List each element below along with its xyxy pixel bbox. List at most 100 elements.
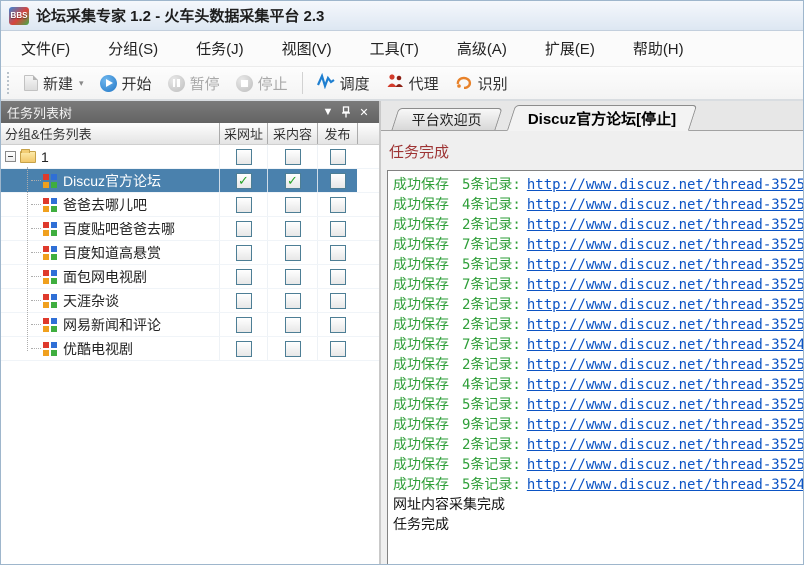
task-row[interactable]: 爸爸去哪儿吧	[1, 193, 379, 217]
log-entry: 成功保存 4条记录: http://www.discuz.net/thread-35…	[393, 195, 803, 215]
log-save-status: 成功保存	[393, 437, 449, 453]
log-record-count: 5条记录:	[462, 457, 521, 473]
menu-view[interactable]: 视图(V)	[268, 31, 346, 66]
check-collect-content[interactable]	[284, 292, 301, 309]
log-url-link[interactable]: http://www.discuz.net/thread-3524763	[527, 477, 803, 493]
menu-tools[interactable]: 工具(T)	[356, 31, 433, 66]
menu-help[interactable]: 帮助(H)	[619, 31, 698, 66]
log-url-link[interactable]: http://www.discuz.net/thread-3525795	[527, 397, 803, 413]
tree-stub	[31, 180, 41, 181]
log-url-link[interactable]: http://www.discuz.net/thread-3524907	[527, 337, 803, 353]
check-collect-content[interactable]	[284, 340, 301, 357]
log-url-link[interactable]: http://www.discuz.net/thread-3525844	[527, 377, 803, 393]
new-button[interactable]: 新建 ▾	[16, 69, 92, 98]
stop-button[interactable]: 停止	[228, 69, 296, 98]
recognize-button-label: 识别	[477, 75, 508, 93]
log-url-link[interactable]: http://www.discuz.net/thread-3525850	[527, 357, 803, 373]
log-save-status: 成功保存	[393, 417, 449, 433]
log-record-count: 7条记录:	[462, 277, 521, 293]
task-row[interactable]: 百度知道高悬赏	[1, 241, 379, 265]
schedule-button[interactable]: 调度	[309, 69, 378, 98]
task-row[interactable]: 面包网电视剧	[1, 265, 379, 289]
log-entry: 成功保存 5条记录: http://www.discuz.net/thread-35…	[393, 255, 803, 275]
check-publish[interactable]	[329, 196, 346, 213]
check-collect-url[interactable]	[235, 244, 252, 261]
log-save-status: 成功保存	[393, 197, 449, 213]
tab-discuz-task[interactable]: Discuz官方论坛[停止]	[506, 105, 698, 131]
check-collect-url[interactable]	[235, 172, 252, 189]
check-publish[interactable]	[329, 244, 346, 261]
check-publish[interactable]	[329, 172, 346, 189]
check-collect-url[interactable]	[235, 268, 252, 285]
check-publish[interactable]	[329, 220, 346, 237]
log-box[interactable]: 成功保存 5条记录: http://www.discuz.net/thread-35…	[387, 170, 803, 564]
task-row[interactable]: 百度贴吧爸爸去哪	[1, 217, 379, 241]
check-collect-url[interactable]	[235, 340, 252, 357]
group-check-collect-content[interactable]	[284, 148, 301, 165]
log-record-count: 5条记录:	[462, 257, 521, 273]
menu-group[interactable]: 分组(S)	[94, 31, 172, 66]
log-url-link[interactable]: http://www.discuz.net/thread-3525259	[527, 277, 803, 293]
task-label: 天涯杂谈	[63, 292, 119, 309]
log-url-link[interactable]: http://www.discuz.net/thread-3525777	[527, 457, 803, 473]
proxy-button[interactable]: 代理	[378, 69, 447, 98]
pin-icon[interactable]	[337, 104, 355, 120]
panel-dropdown-icon[interactable]: ▼	[319, 104, 337, 120]
check-publish[interactable]	[329, 316, 346, 333]
log-url-link[interactable]: http://www.discuz.net/thread-3525825	[527, 317, 803, 333]
log-url-link[interactable]: http://www.discuz.net/thread-3525778	[527, 297, 803, 313]
menu-file[interactable]: 文件(F)	[7, 31, 84, 66]
log-url-link[interactable]: http://www.discuz.net/thread-3525792	[527, 417, 803, 433]
tree-stub	[31, 276, 41, 277]
check-collect-content[interactable]	[284, 172, 301, 189]
tree-connector-line	[27, 167, 28, 351]
group-row[interactable]: 1	[1, 145, 379, 169]
log-url-link[interactable]: http://www.discuz.net/thread-3525857	[527, 217, 803, 233]
task-row[interactable]: 天涯杂谈	[1, 289, 379, 313]
task-row[interactable]: Discuz官方论坛	[1, 169, 379, 193]
check-collect-content[interactable]	[284, 244, 301, 261]
dropdown-caret-icon[interactable]: ▾	[79, 78, 84, 89]
proxy-button-label: 代理	[408, 75, 439, 93]
menu-task[interactable]: 任务(J)	[182, 31, 258, 66]
recognize-button[interactable]: 识别	[447, 69, 516, 98]
log-save-status: 成功保存	[393, 297, 449, 313]
collapse-expander-icon[interactable]	[5, 151, 16, 162]
check-collect-content[interactable]	[284, 316, 301, 333]
log-url-link[interactable]: http://www.discuz.net/thread-3525867	[527, 197, 803, 213]
close-icon[interactable]: ✕	[355, 104, 373, 120]
check-collect-content[interactable]	[284, 196, 301, 213]
check-publish[interactable]	[329, 340, 346, 357]
title-bar: BBS 论坛采集专家 1.2 - 火车头数据采集平台 2.3	[1, 1, 803, 31]
menu-advanced[interactable]: 高级(A)	[443, 31, 521, 66]
check-publish[interactable]	[329, 268, 346, 285]
log-save-status: 成功保存	[393, 317, 449, 333]
check-collect-url[interactable]	[235, 292, 252, 309]
check-collect-url[interactable]	[235, 196, 252, 213]
log-url-link[interactable]: http://www.discuz.net/thread-3525861	[527, 237, 803, 253]
log-entry: 成功保存 5条记录: http://www.discuz.net/thread-35…	[393, 175, 803, 195]
group-check-collect-url[interactable]	[235, 148, 252, 165]
check-collect-url[interactable]	[235, 316, 252, 333]
toolbar-grip[interactable]	[7, 72, 12, 94]
log-entry: 成功保存 5条记录: http://www.discuz.net/thread-35…	[393, 395, 803, 415]
menu-extend[interactable]: 扩展(E)	[531, 31, 609, 66]
log-record-count: 5条记录:	[462, 397, 521, 413]
tab-platform-welcome-label: 平台欢迎页	[411, 111, 482, 128]
group-check-publish[interactable]	[329, 148, 346, 165]
log-url-link[interactable]: http://www.discuz.net/thread-3525805	[527, 437, 803, 453]
tab-platform-welcome[interactable]: 平台欢迎页	[391, 108, 503, 130]
check-collect-url[interactable]	[235, 220, 252, 237]
log-url-link[interactable]: http://www.discuz.net/thread-3525821	[527, 257, 803, 273]
log-url-link[interactable]: http://www.discuz.net/thread-3525400	[527, 177, 803, 193]
task-row[interactable]: 网易新闻和评论	[1, 313, 379, 337]
pause-button[interactable]: 暂停	[160, 69, 228, 98]
tree-stub	[31, 300, 41, 301]
task-row[interactable]: 优酷电视剧	[1, 337, 379, 361]
check-collect-content[interactable]	[284, 268, 301, 285]
check-collect-content[interactable]	[284, 220, 301, 237]
content-panel: 平台欢迎页 Discuz官方论坛[停止] 任务完成 成功保存 5条记录: http:…	[381, 101, 803, 564]
check-publish[interactable]	[329, 292, 346, 309]
log-save-status: 成功保存	[393, 377, 449, 393]
start-button[interactable]: 开始	[92, 69, 160, 98]
